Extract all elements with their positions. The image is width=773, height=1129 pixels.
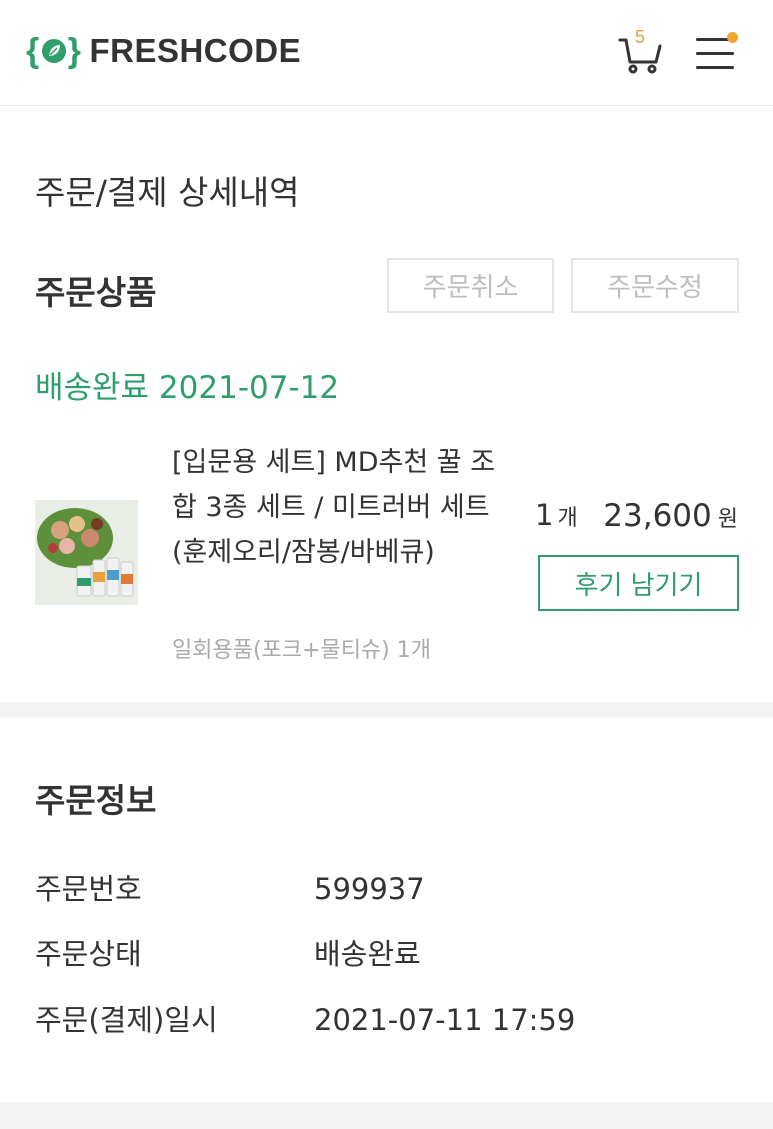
page-title: 주문/결제 상세내역 <box>35 173 300 212</box>
product-name[interactable]: [입문용 세트] MD추천 꿀 조합 3종 세트 / 미트러버 세트 (훈제오리… <box>172 440 502 575</box>
info-label: 주문(결제)일시 <box>35 1003 218 1037</box>
cart-button[interactable]: 5 <box>616 27 664 76</box>
order-products-title: 주문상품 <box>35 273 157 312</box>
cart-count-badge: 5 <box>635 27 646 47</box>
notification-dot <box>727 32 738 43</box>
info-row-order-status: 주문상태 배송완료 <box>35 931 421 973</box>
app-header: { } FRESHCODE 5 <box>0 0 773 106</box>
info-row-order-date: 주문(결제)일시 2021-07-11 17:59 <box>35 997 575 1039</box>
delivery-status: 배송완료 2021-07-12 <box>35 370 340 406</box>
product-price: 23,600 원 <box>603 498 738 534</box>
order-info-title: 주문정보 <box>35 781 157 820</box>
info-value: 599937 <box>314 872 425 906</box>
salad-image-icon <box>35 500 138 605</box>
info-value: 2021-07-11 17:59 <box>314 1003 576 1037</box>
price-unit: 원 <box>717 507 738 532</box>
info-value: 배송완료 <box>314 937 421 971</box>
quantity-unit: 개 <box>557 506 578 531</box>
info-row-order-number: 주문번호 599937 <box>35 866 425 908</box>
freshcode-logo[interactable]: { } FRESHCODE <box>26 32 301 70</box>
edit-order-button[interactable]: 주문수정 <box>571 258 739 313</box>
leaf-logo-icon: { } <box>26 32 82 70</box>
brand-name: FRESHCODE <box>89 32 302 69</box>
cancel-order-button[interactable]: 주문취소 <box>387 258 554 313</box>
quantity-value: 1 <box>535 498 554 532</box>
product-option: 일회용품(포크+물티슈) 1개 <box>172 638 431 663</box>
info-label: 주문번호 <box>35 872 142 906</box>
product-thumbnail[interactable] <box>35 500 138 605</box>
write-review-button[interactable]: 후기 남기기 <box>538 555 739 611</box>
product-quantity: 1개 <box>535 498 578 532</box>
info-label: 주문상태 <box>35 937 142 971</box>
menu-button[interactable] <box>696 32 740 70</box>
price-value: 23,600 <box>603 498 712 534</box>
